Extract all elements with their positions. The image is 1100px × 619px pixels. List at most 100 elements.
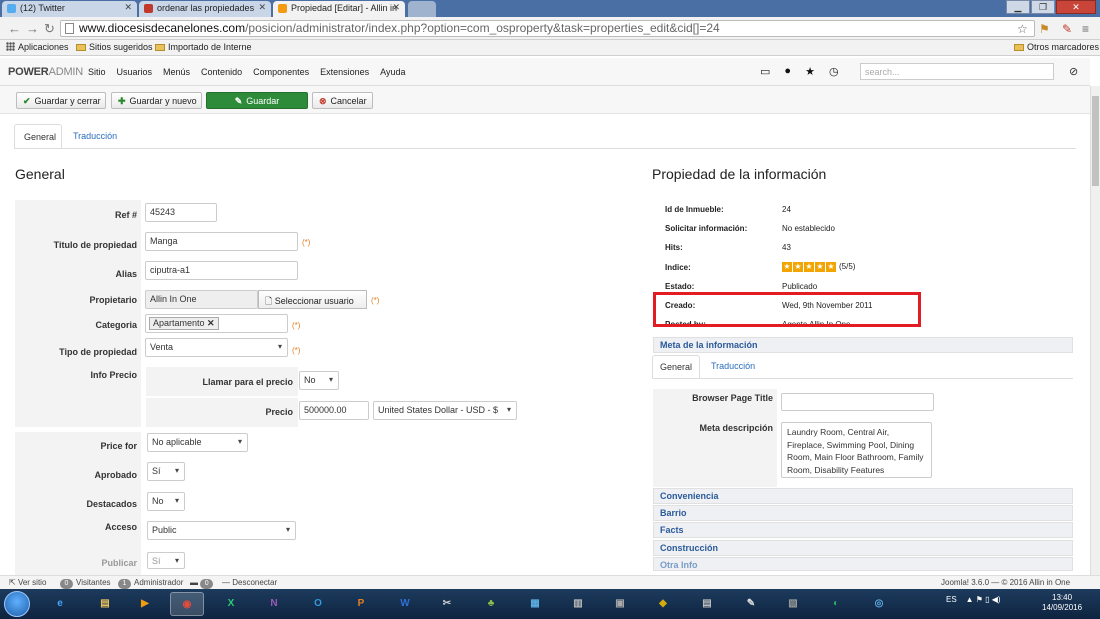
cancel-button[interactable]: ⊗ Cancelar [312,92,373,109]
ie-icon[interactable]: e [43,592,77,616]
check-icon[interactable]: ⊘ [1069,65,1078,78]
maximize-button[interactable]: ❐ [1031,0,1055,14]
menu-item-menus[interactable]: Menús [163,67,190,77]
app-icon[interactable]: ▦ [518,592,552,616]
currency-select[interactable]: United States Dollar - USD - $ [373,401,517,420]
select-user-button[interactable]: 🗋 Seleccionar usuario [258,290,367,309]
menu-icon[interactable]: ≡ [1082,22,1089,36]
remove-chip-icon[interactable]: ✕ [207,318,215,328]
reload-icon[interactable]: ↻ [44,21,55,37]
category-input[interactable]: Apartamento ✕ [145,314,288,333]
close-tab-icon[interactable]: ✕ [258,2,266,13]
tray-arrow-icon[interactable]: ▲ [966,595,974,604]
page-scrollbar[interactable] [1090,86,1100,575]
extension-icon[interactable]: ⚑ [1039,22,1050,36]
app-icon[interactable]: ♣ [474,592,508,616]
type-select[interactable]: Venta [145,338,288,357]
meta-tab-traduccion[interactable]: Traducción [704,355,766,379]
menu-item-extensiones[interactable]: Extensiones [320,67,369,77]
language-indicator[interactable]: ES [946,595,957,604]
brand-logo[interactable]: POWERADMIN [8,66,83,78]
visitors-status[interactable]: 0 Visitantes [60,578,111,589]
user-icon[interactable]: ● [784,65,791,78]
chrome-icon[interactable]: ◉ [170,592,204,616]
extension-pen-icon[interactable]: ✎ [1062,22,1072,36]
app-icon[interactable]: ▧ [776,592,810,616]
price-input[interactable]: 500000.00 [299,401,369,420]
monitor-icon[interactable]: ▭ [760,65,770,78]
media-player-icon[interactable]: ▶ [128,592,162,616]
app-icon[interactable]: ✎ [734,592,768,616]
volume-icon[interactable]: ◀) [992,595,1001,604]
save-button[interactable]: ✎ Guardar [206,92,308,109]
accordion-conveniencia[interactable]: Conveniencia [653,488,1073,504]
alias-input[interactable]: ciputra-a1 [145,261,298,280]
close-window-button[interactable]: ✕ [1056,0,1096,14]
price-for-select[interactable]: No aplicable [147,433,248,452]
save-new-button[interactable]: ✚ Guardar y nuevo [111,92,202,109]
app-icon[interactable]: ◐ [819,592,853,616]
tab-general[interactable]: General [14,124,62,149]
title-input[interactable]: Manga [145,232,298,251]
app-icon[interactable]: ▣ [603,592,637,616]
logout-link[interactable]: — Desconectar [222,578,277,587]
approved-select[interactable]: Sí [147,462,185,481]
star-icon[interactable]: ★ [805,65,815,78]
menu-item-sitio[interactable]: Sitio [88,67,106,77]
explorer-icon[interactable]: ▤ [88,592,122,616]
admin-status[interactable]: 1 Administrador [118,578,183,589]
browser-tab-twitter[interactable]: (12) Twitter ✕ [2,1,137,17]
bookmark-imported[interactable]: Importado de Interne [155,42,252,52]
outlook-icon[interactable]: O [301,592,335,616]
bookmark-other[interactable]: Otros marcadores [1014,42,1099,52]
back-icon[interactable]: ← [8,21,21,36]
powerpoint-icon[interactable]: P [344,592,378,616]
bookmark-suggested[interactable]: Sitios sugeridos [76,42,153,52]
meta-desc-textarea[interactable]: Laundry Room, Central Air, Fireplace, Sw… [781,422,932,478]
save-close-button[interactable]: ✔ Guardar y cerrar [16,92,106,109]
close-tab-icon[interactable]: ✕ [392,2,400,13]
menu-item-componentes[interactable]: Componentes [253,67,309,77]
meta-accordion[interactable]: Meta de la información [653,337,1073,353]
close-tab-icon[interactable]: ✕ [124,2,132,13]
messages-status[interactable]: ▬ 0 [190,578,216,589]
browser-tab-propiedad[interactable]: Propiedad [Editar] - Allin in ✕ [273,1,405,17]
onenote-icon[interactable]: N [257,592,291,616]
accordion-construccion[interactable]: Construcción [653,540,1073,556]
menu-item-ayuda[interactable]: Ayuda [380,67,405,77]
view-site-link[interactable]: ⇱ Ver sitio [9,578,46,587]
scrollbar-thumb[interactable] [1092,96,1099,186]
network-icon[interactable]: ▯ [985,595,989,604]
call-price-select[interactable]: No [299,371,339,390]
bookmark-apps[interactable]: Aplicaciones [6,42,69,52]
app-icon[interactable]: ▤ [690,592,724,616]
app-icon[interactable]: ◆ [646,592,680,616]
publish-select[interactable]: Sí [147,552,185,569]
url-input[interactable]: www.diocesisdecanelones.com/posicion/adm… [60,20,1035,37]
meta-tab-general[interactable]: General [652,355,700,379]
word-icon[interactable]: W [388,592,422,616]
clock-icon[interactable]: ◷ [829,65,839,78]
browser-title-input[interactable] [781,393,934,411]
bookmark-star-icon[interactable]: ☆ [1017,22,1028,36]
flag-icon[interactable]: ⚑ [976,595,983,604]
accordion-otra-info[interactable]: Otra Info [653,557,1073,571]
accordion-barrio[interactable]: Barrio [653,505,1073,521]
app-icon[interactable]: ▥ [561,592,595,616]
category-chip[interactable]: Apartamento ✕ [149,317,219,330]
app-icon[interactable]: ◎ [862,592,896,616]
access-select[interactable]: Public [147,521,296,540]
accordion-facts[interactable]: Facts [653,522,1073,538]
new-tab-button[interactable] [408,1,436,17]
start-button[interactable] [4,591,30,617]
ref-input[interactable]: 45243 [145,203,217,222]
browser-tab-ordenar[interactable]: ordenar las propiedades ✕ [139,1,271,17]
menu-item-contenido[interactable]: Contenido [201,67,242,77]
excel-icon[interactable]: X [214,592,248,616]
menu-item-usuarios[interactable]: Usuarios [117,67,153,77]
tab-traduccion[interactable]: Traducción [64,124,134,149]
search-input[interactable]: search... [860,63,1054,80]
minimize-button[interactable]: ▁ [1006,0,1030,14]
tool-icon[interactable]: ✂ [430,592,464,616]
featured-select[interactable]: No [147,492,185,511]
